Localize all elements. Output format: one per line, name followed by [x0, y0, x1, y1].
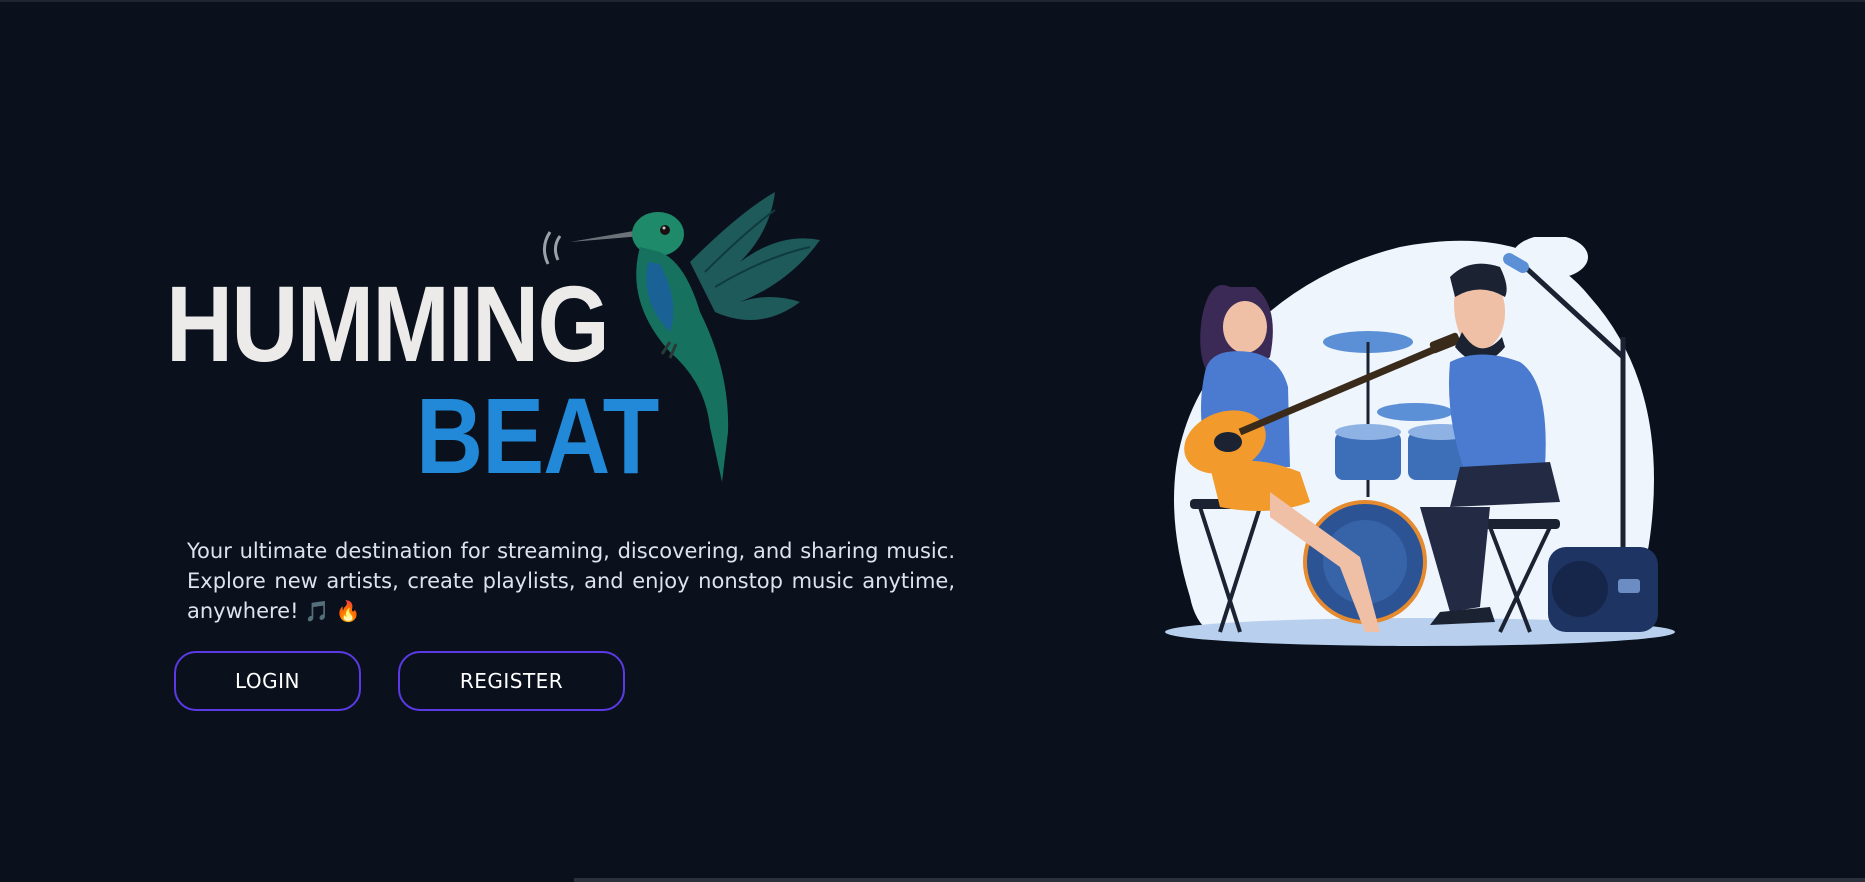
landing-page: HUMMING BEAT Your ultimate destination f…: [0, 0, 1865, 882]
horizontal-scrollbar[interactable]: [574, 878, 1865, 882]
register-button[interactable]: REGISTER: [398, 651, 625, 711]
tagline-text: Your ultimate destination for streaming,…: [187, 539, 955, 623]
login-button[interactable]: LOGIN: [174, 651, 361, 711]
brand-logo: HUMMING BEAT: [160, 192, 830, 492]
musical-note-icon: 🎵: [304, 599, 330, 623]
fire-icon: 🔥: [335, 599, 361, 623]
band-playing-illustration: [1165, 237, 1675, 646]
hero-tagline: Your ultimate destination for streaming,…: [187, 536, 955, 626]
hummingbird-icon: [543, 192, 820, 482]
